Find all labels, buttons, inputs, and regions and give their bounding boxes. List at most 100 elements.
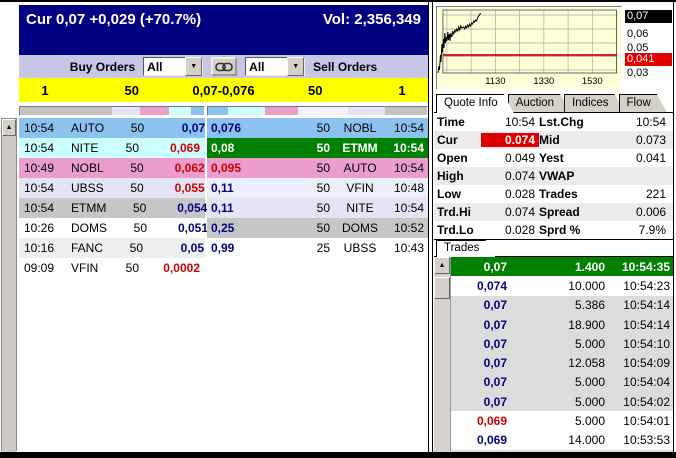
order-time: 10:16 <box>19 241 59 255</box>
depth-segment <box>140 107 169 115</box>
trade-row[interactable]: 0,0712.05810:54:09 <box>451 353 673 372</box>
chevron-down-icon: ▼ <box>292 63 299 70</box>
market-maker-id: ETMM <box>336 141 384 155</box>
order-row-buy[interactable]: 10:54UBSS500,055 <box>19 178 205 198</box>
trade-row[interactable]: 0,0718.90010:54:14 <box>451 315 673 334</box>
scroll-track[interactable] <box>2 136 16 452</box>
order-row-buy[interactable]: 10:54AUTO500,07 <box>19 118 205 138</box>
order-row-buy[interactable]: 10:54NITE500,069 <box>19 138 205 158</box>
current-price-highlight: 0.074 <box>481 133 539 147</box>
order-row-sell[interactable]: 0,1150VFIN10:48 <box>207 178 428 198</box>
order-size: 50 <box>265 201 336 215</box>
depth-panel: Cur 0,07 +0,029 (+70.7%) Vol: 2,356,349 … <box>19 5 428 278</box>
trade-row[interactable]: 0,075.00010:54:10 <box>451 334 673 353</box>
quote-row: Trd.Lo0.028Sprd %7.9% <box>434 221 673 239</box>
order-size: 50 <box>106 201 152 215</box>
current-price-summary: Cur 0,07 +0,029 (+70.7%) <box>26 11 201 55</box>
quote-value: 221 <box>599 187 670 201</box>
order-time: 10:52 <box>384 221 428 235</box>
quote-value: 0.073 <box>599 133 670 147</box>
trade-row[interactable]: 0,0695.00010:54:01 <box>451 411 673 430</box>
order-row-sell[interactable]: 0,07650NOBL10:54 <box>207 118 428 138</box>
quote-label: Spread <box>539 205 599 219</box>
market-maker-id: AUTO <box>336 161 384 175</box>
bid-price: 0,054 <box>152 201 212 215</box>
trade-size: 1.400 <box>515 260 619 274</box>
trade-size: 10.000 <box>515 279 619 293</box>
depth-segment <box>228 107 265 115</box>
market-maker-id: FANC <box>59 241 103 255</box>
trade-time: 10:54:04 <box>619 375 670 389</box>
trade-price: 0,07 <box>451 260 515 274</box>
buy-filter-select[interactable]: All ▼ <box>143 57 203 76</box>
window-bottom-border <box>0 452 676 458</box>
order-size: 50 <box>104 121 150 135</box>
ask-price: 0,99 <box>207 241 265 255</box>
quote-value: 0.074 <box>481 169 539 183</box>
quote-label: Time <box>437 115 481 129</box>
trade-row[interactable]: 0,075.38610:54:14 <box>451 296 673 315</box>
market-maker-id: AUTO <box>59 121 104 135</box>
order-row-buy[interactable]: 10:26DOMS500,051 <box>19 218 205 238</box>
order-row-sell[interactable]: 0,2550DOMS10:52 <box>207 218 428 238</box>
order-row-sell[interactable]: 0,0850ETMM10:54 <box>207 138 428 158</box>
order-row-sell[interactable]: 0,1150NITE10:54 <box>207 198 428 218</box>
bid-price: 0,051 <box>153 221 213 235</box>
tab-indices[interactable]: Indices <box>564 94 624 112</box>
order-row-sell[interactable]: 0,9925UBSS10:43 <box>207 238 428 258</box>
trade-row[interactable]: 0,07410.00010:54:23 <box>451 276 673 295</box>
panel-divider <box>432 2 433 452</box>
order-time: 10:26 <box>19 221 59 235</box>
order-time: 10:54 <box>19 141 59 155</box>
quote-value: 0.049 <box>481 151 539 165</box>
dropdown-button[interactable]: ▼ <box>287 57 304 76</box>
trade-row[interactable]: 0,071.40010:54:35 <box>451 257 673 276</box>
quote-label: Lst.Chg <box>539 115 599 129</box>
trades-scrollbar[interactable]: ▲ <box>434 257 451 454</box>
order-size: 50 <box>99 141 145 155</box>
trade-time: 10:54:01 <box>619 414 670 428</box>
order-size: 50 <box>99 261 145 275</box>
bid-price: 0,07 <box>150 121 210 135</box>
order-size: 50 <box>104 161 150 175</box>
tab-quote-info[interactable]: Quote Info <box>436 94 514 113</box>
order-size: 25 <box>265 241 336 255</box>
order-book: 10:54AUTO500,0710:54NITE500,06910:49NOBL… <box>19 118 428 278</box>
trade-row[interactable]: 0,06914.00010:53:53 <box>451 431 673 450</box>
order-row-sell[interactable]: 0,09550AUTO10:54 <box>207 158 428 178</box>
quote-value: 0.074 <box>481 205 539 219</box>
order-row-buy[interactable]: 10:49NOBL500,062 <box>19 158 205 178</box>
order-row-buy[interactable]: 09:09VFIN500,0002 <box>19 258 205 278</box>
chain-link-icon <box>215 61 233 73</box>
scroll-up-button[interactable]: ▲ <box>2 119 16 136</box>
x-axis-label: 1130 <box>485 76 505 87</box>
depth-segment <box>20 107 112 115</box>
tab-auction[interactable]: Auction <box>508 94 570 112</box>
ask-price: 0,076 <box>207 121 265 135</box>
quote-label: VWAP <box>539 169 599 183</box>
trade-size: 12.058 <box>515 356 619 370</box>
tab-flow[interactable]: Flow <box>619 94 667 112</box>
depth-segment <box>348 107 385 115</box>
order-book-sell: 0,07650NOBL10:540,0850ETMM10:540,09550AU… <box>207 118 428 278</box>
trade-row[interactable]: 0,075.00010:54:04 <box>451 373 673 392</box>
dropdown-button[interactable]: ▼ <box>185 57 202 76</box>
scroll-up-button[interactable]: ▲ <box>434 257 450 274</box>
trade-size: 5.000 <box>515 395 619 409</box>
quote-row: Cur0.074Mid0.073 <box>434 131 673 149</box>
depth-segment <box>265 107 298 115</box>
order-row-buy[interactable]: 10:16FANC500,05 <box>19 238 205 258</box>
quote-value: 7.9% <box>599 223 670 237</box>
scroll-thumb[interactable] <box>434 277 450 299</box>
tab-trades[interactable]: Trades <box>436 240 495 257</box>
trade-row[interactable]: 0,075.00010:54:02 <box>451 392 673 411</box>
order-row-buy[interactable]: 10:54ETMM500,054 <box>19 198 205 218</box>
trade-price: 0,069 <box>451 414 515 428</box>
quote-panel: 113013301530 0,070,060,050,0410,03 Quote… <box>434 2 673 452</box>
link-orders-button[interactable] <box>211 57 237 76</box>
bid-ask-range: 0,07-0,076 <box>192 83 254 98</box>
quote-label: Sprd % <box>539 223 599 237</box>
order-book-scrollbar[interactable]: ▲ <box>1 118 17 451</box>
quote-tab-bar: Quote InfoAuctionIndicesFlow <box>434 93 673 113</box>
sell-filter-select[interactable]: All ▼ <box>245 57 305 76</box>
